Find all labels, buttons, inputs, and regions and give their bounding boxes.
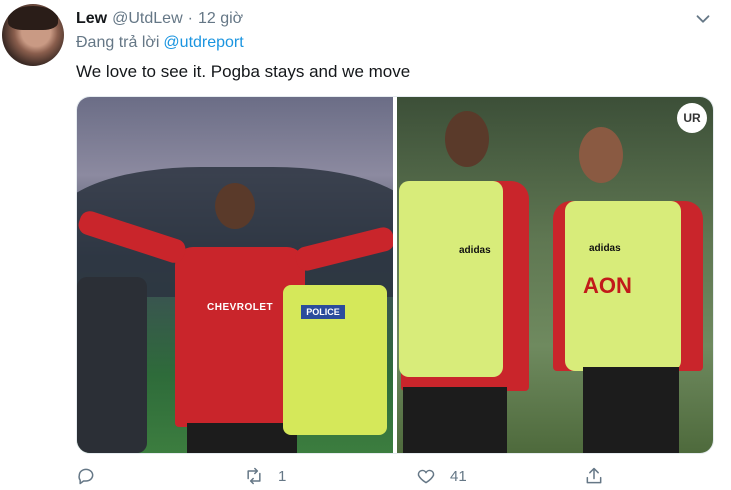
tweet-header: Lew @UtdLew · 12 giờ bbox=[76, 8, 243, 30]
shorts-left bbox=[403, 387, 507, 453]
user-handle[interactable]: @UtdLew bbox=[112, 10, 183, 28]
avatar[interactable] bbox=[2, 4, 64, 66]
media-photo-right[interactable]: UR adidas adidas AON bbox=[397, 97, 713, 453]
kit-brand-left: adidas bbox=[459, 245, 491, 256]
tweet-text: We love to see it. Pogba stays and we mo… bbox=[76, 62, 411, 81]
like-button[interactable]: 41 bbox=[416, 466, 467, 486]
tweet-actions: 1 41 bbox=[76, 466, 636, 490]
photographer bbox=[77, 277, 147, 453]
kit-brand-right: adidas bbox=[589, 243, 621, 254]
tweet-time[interactable]: 12 giờ bbox=[198, 10, 243, 28]
shirt-sponsor: CHEVROLET bbox=[207, 302, 274, 313]
media-photo-left[interactable]: CHEVROLET POLICE bbox=[77, 97, 393, 453]
retweet-count: 1 bbox=[278, 467, 287, 485]
retweet-icon bbox=[247, 467, 261, 485]
retweet-button[interactable]: 1 bbox=[244, 466, 286, 486]
reply-icon bbox=[78, 468, 94, 485]
chevron-down-icon[interactable] bbox=[692, 8, 714, 30]
avatar-hair bbox=[8, 6, 58, 30]
display-name[interactable]: Lew bbox=[76, 10, 107, 28]
share-button[interactable] bbox=[584, 466, 604, 486]
shirt-sponsor-aon: AON bbox=[583, 273, 632, 298]
like-count: 41 bbox=[450, 467, 467, 485]
reply-prefix: Đang trả lời bbox=[76, 34, 160, 51]
reply-button[interactable] bbox=[76, 466, 96, 486]
player-head-left bbox=[445, 111, 489, 167]
player-shorts bbox=[187, 423, 297, 453]
shorts-right bbox=[583, 367, 679, 453]
training-bib-left bbox=[399, 181, 503, 377]
separator-dot: · bbox=[187, 10, 193, 27]
player-head-right bbox=[579, 127, 623, 183]
watermark-logo: UR bbox=[677, 103, 707, 133]
heart-icon bbox=[417, 469, 435, 484]
reply-mention-link[interactable]: @utdreport bbox=[163, 34, 243, 51]
player-head bbox=[215, 183, 255, 229]
share-icon bbox=[586, 467, 602, 484]
tweet-media[interactable]: CHEVROLET POLICE UR adidas adidas AON bbox=[76, 96, 714, 454]
police-badge: POLICE bbox=[301, 305, 345, 319]
reply-context: Đang trả lời @utdreport bbox=[76, 34, 244, 52]
